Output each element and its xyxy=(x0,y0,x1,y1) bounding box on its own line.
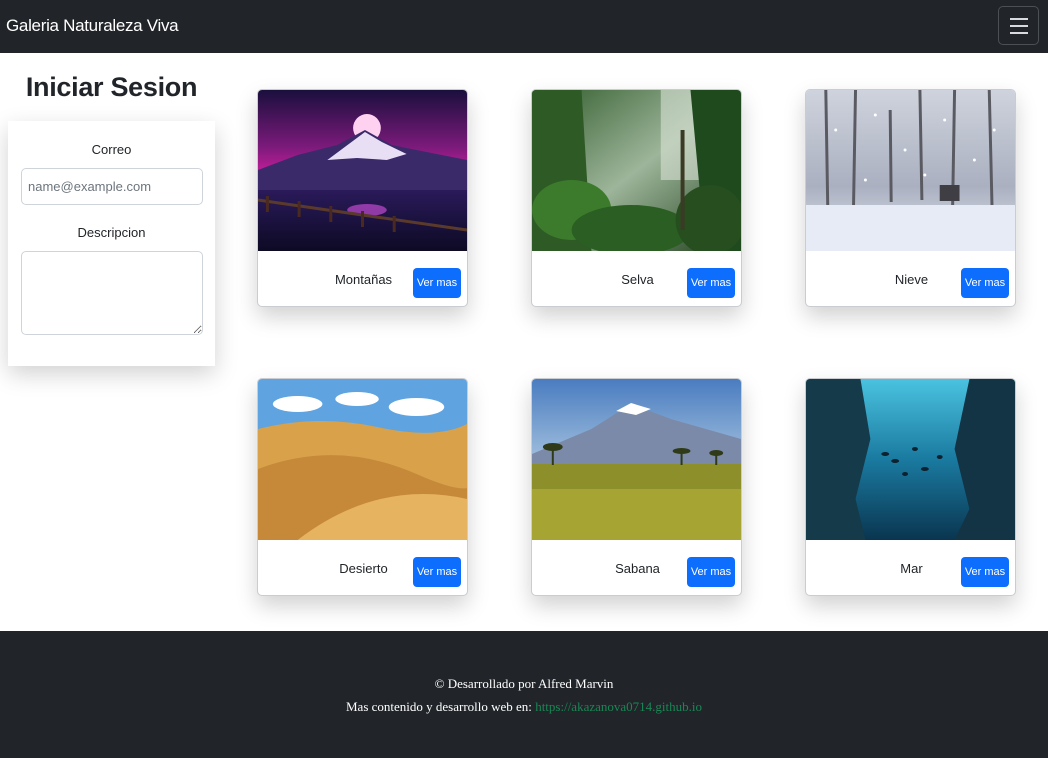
description-label: Descripcion xyxy=(77,225,146,240)
gallery-card-savanna: Sabana Ver mas xyxy=(531,378,742,596)
see-more-button[interactable]: Ver mas xyxy=(413,268,461,298)
navbar-brand[interactable]: Galeria Naturaleza Viva xyxy=(6,16,179,36)
see-more-button[interactable]: Ver mas xyxy=(687,268,735,298)
gallery-card-sea: Mar Ver mas xyxy=(805,378,1016,596)
navbar: Galeria Naturaleza Viva xyxy=(0,0,1048,53)
gallery-card-jungle: Selva Ver mas xyxy=(531,89,742,307)
footer-credit: © Desarrollado por Alfred Marvin xyxy=(434,676,614,691)
see-more-button[interactable]: Ver mas xyxy=(413,557,461,587)
description-textarea[interactable] xyxy=(21,251,203,335)
desert-image xyxy=(258,379,467,540)
navbar-toggler-button[interactable] xyxy=(998,6,1039,45)
email-label: Correo xyxy=(91,142,132,157)
hamburger-icon-line xyxy=(1009,31,1028,34)
gallery-card-desert: Desierto Ver mas xyxy=(257,378,468,596)
jungle-image xyxy=(532,90,741,251)
savanna-image xyxy=(532,379,741,540)
hamburger-icon-line xyxy=(1009,24,1028,27)
gallery-card-mountains: Montañas Ver mas xyxy=(257,89,468,307)
hamburger-icon xyxy=(1009,17,1028,20)
mountains-image xyxy=(258,90,467,251)
gallery-card-snow: Nieve Ver mas xyxy=(805,89,1016,307)
footer-more-text: Mas contenido y desarrollo web en: xyxy=(346,699,532,714)
sea-image xyxy=(806,379,1015,540)
footer-link[interactable]: https://akazanova0714.github.io xyxy=(535,699,702,714)
login-form-card: Correo Descripcion xyxy=(8,121,215,366)
see-more-button[interactable]: Ver mas xyxy=(687,557,735,587)
login-title: Iniciar Sesion xyxy=(25,72,198,102)
footer-more-line: Mas contenido y desarrollo web en: https… xyxy=(0,699,1048,715)
see-more-button[interactable]: Ver mas xyxy=(961,268,1009,298)
email-field[interactable] xyxy=(21,168,203,205)
see-more-button[interactable]: Ver mas xyxy=(961,557,1009,587)
snow-image xyxy=(806,90,1015,251)
footer: © Desarrollado por Alfred Marvin Mas con… xyxy=(0,631,1048,758)
